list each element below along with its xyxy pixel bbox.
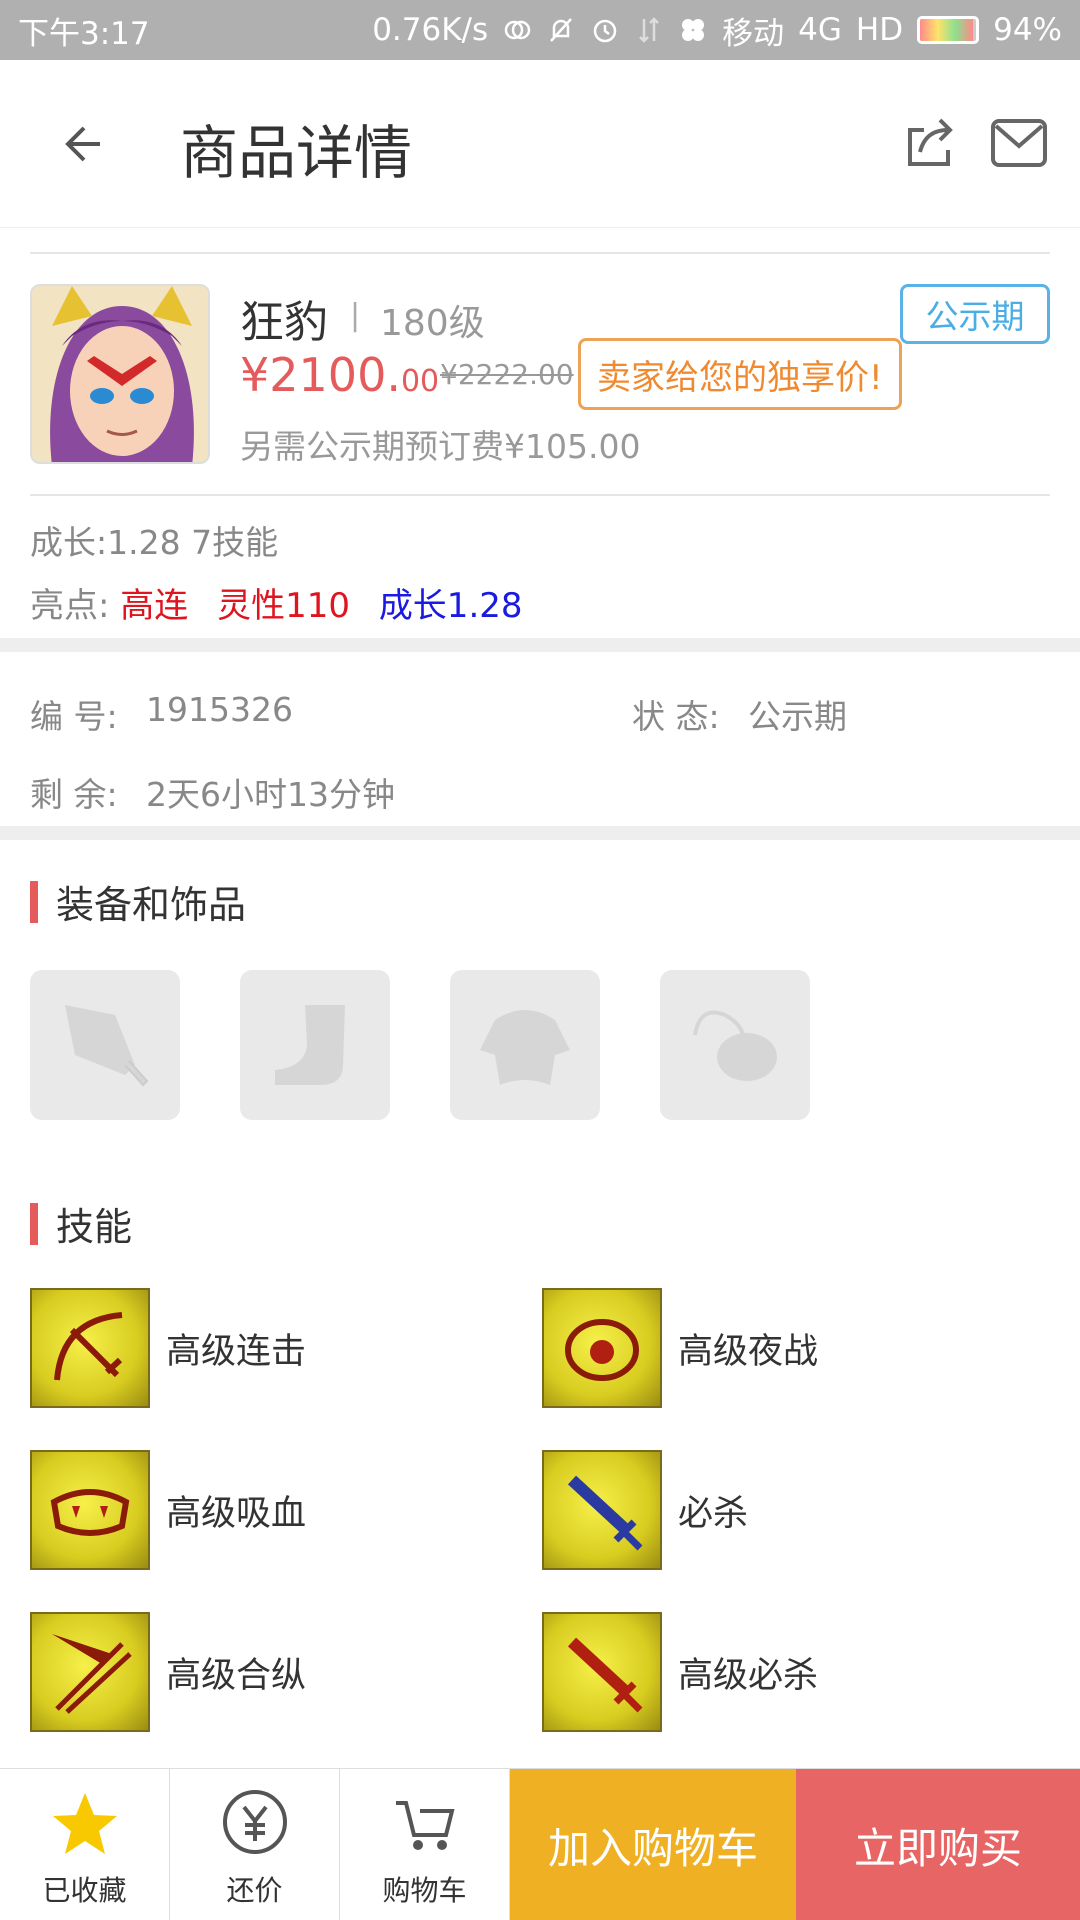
highlights-label: 亮点: [30, 586, 110, 626]
pet-name: 狂豹 [240, 297, 328, 348]
battery-icon [917, 16, 980, 44]
mail-icon [991, 119, 1047, 167]
critical-skill-icon [542, 1450, 662, 1570]
equipment-slot-armor[interactable] [450, 970, 600, 1120]
skill-name: 高级合纵 [166, 1655, 307, 1696]
boots-icon [275, 1005, 345, 1085]
pet-level: 180级 [380, 303, 485, 344]
network-type: 4G [798, 12, 842, 48]
skills-section-title: 技能 [30, 1196, 132, 1251]
highlights: 亮点: 高连 灵性110 成长1.28 [30, 578, 523, 627]
pet-avatar [30, 284, 210, 464]
status-bar: 下午3:17 0.76K/s 移动 4G HD 94% [0, 0, 1080, 60]
arrow-left-icon [65, 126, 100, 162]
highlight-item: 成长1.28 [378, 586, 523, 626]
price-decimal: 00 [400, 364, 440, 399]
combo-skill-icon [30, 1288, 150, 1408]
skill-item[interactable]: 高级夜战 [542, 1288, 818, 1408]
bargain-label: 还价 [226, 1874, 283, 1907]
equipment-slot-necklace[interactable] [660, 970, 810, 1120]
weapon-icon [65, 1005, 149, 1087]
status-label: 状 态: [632, 697, 720, 736]
skill-name: 高级夜战 [678, 1331, 819, 1372]
status-badge: 公示期 [900, 284, 1050, 344]
original-price: ¥2222.00 [440, 358, 574, 391]
skill-item[interactable]: 高级合纵 [30, 1612, 306, 1732]
cart-button[interactable]: 购物车 [340, 1769, 510, 1920]
status-value: 公示期 [748, 697, 847, 736]
divider [30, 252, 1050, 254]
armor-icon [480, 1010, 570, 1085]
id-label: 编 号: [30, 697, 118, 736]
favorite-label: 已收藏 [42, 1874, 127, 1907]
equipment-slot-weapon[interactable] [30, 970, 180, 1120]
skill-name: 高级吸血 [166, 1493, 307, 1534]
buy-now-button[interactable]: 立即购买 [796, 1769, 1080, 1920]
deposit-fee: 另需公示期预订费¥105.00 [240, 427, 641, 466]
page-title: 商品详情 [180, 119, 413, 187]
cart-icon [395, 1801, 455, 1850]
divider [30, 494, 1050, 496]
necklace-icon [693, 1010, 777, 1081]
mute-bell-icon [546, 15, 576, 45]
skill-item[interactable]: 必杀 [542, 1450, 748, 1570]
section-gap [0, 826, 1080, 840]
star-icon [52, 1793, 117, 1854]
yuan-icon [222, 1790, 287, 1854]
status-time: 下午3:17 [18, 15, 150, 52]
bottom-action-bar: 已收藏 还价 购物车 加入购物车 立即购买 [0, 1768, 1080, 1920]
alliance-skill-icon [30, 1612, 150, 1732]
skill-item[interactable]: 高级吸血 [30, 1450, 306, 1570]
equipment-section-title: 装备和饰品 [30, 874, 246, 929]
clover-icon [678, 15, 708, 45]
sync-icon [502, 15, 532, 45]
share-icon [908, 118, 953, 166]
message-button[interactable] [990, 118, 1048, 168]
data-transfer-icon [634, 15, 664, 45]
skill-name: 高级连击 [166, 1331, 307, 1372]
id-value: 1915326 [146, 690, 293, 729]
share-button[interactable] [902, 114, 958, 170]
net-speed: 0.76K/s [372, 12, 489, 48]
bargain-button[interactable]: 还价 [170, 1769, 340, 1920]
vampire-skill-icon [30, 1450, 150, 1570]
pet-portrait-icon [32, 286, 208, 462]
battery-percent: 94% [993, 12, 1062, 48]
app-header: 商品详情 [0, 60, 1080, 228]
section-title-text: 装备和饰品 [56, 883, 247, 927]
section-accent-bar [30, 880, 38, 923]
highlight-item: 灵性110 [217, 586, 350, 626]
name-separator: | [350, 298, 361, 333]
add-to-cart-button[interactable]: 加入购物车 [510, 1769, 796, 1920]
advanced-critical-skill-icon [542, 1612, 662, 1732]
skill-item[interactable]: 高级连击 [30, 1288, 306, 1408]
carrier-name: 移动 [722, 15, 785, 52]
remaining-time: 2天6小时13分钟 [146, 775, 395, 814]
price-integer: ¥2100. [240, 348, 401, 402]
skill-name: 高级必杀 [678, 1655, 819, 1696]
exclusive-price-badge: 卖家给您的独享价! [578, 338, 902, 410]
growth-skills-summary: 成长:1.28 7技能 [30, 523, 279, 562]
highlight-item: 高连 [120, 586, 189, 626]
cart-label: 购物车 [382, 1874, 467, 1907]
alarm-icon [590, 15, 620, 45]
section-accent-bar [30, 1202, 38, 1245]
skill-name: 必杀 [678, 1493, 749, 1534]
current-price: ¥2100.00 [240, 348, 439, 402]
section-title-text: 技能 [56, 1205, 133, 1249]
hd-indicator: HD [855, 12, 904, 48]
remaining-label: 剩 余: [30, 775, 118, 814]
equipment-slot-boots[interactable] [240, 970, 390, 1120]
skill-item[interactable]: 高级必杀 [542, 1612, 818, 1732]
night-battle-skill-icon [542, 1288, 662, 1408]
favorite-button[interactable]: 已收藏 [0, 1769, 170, 1920]
section-gap [0, 638, 1080, 652]
back-button[interactable] [60, 118, 112, 170]
